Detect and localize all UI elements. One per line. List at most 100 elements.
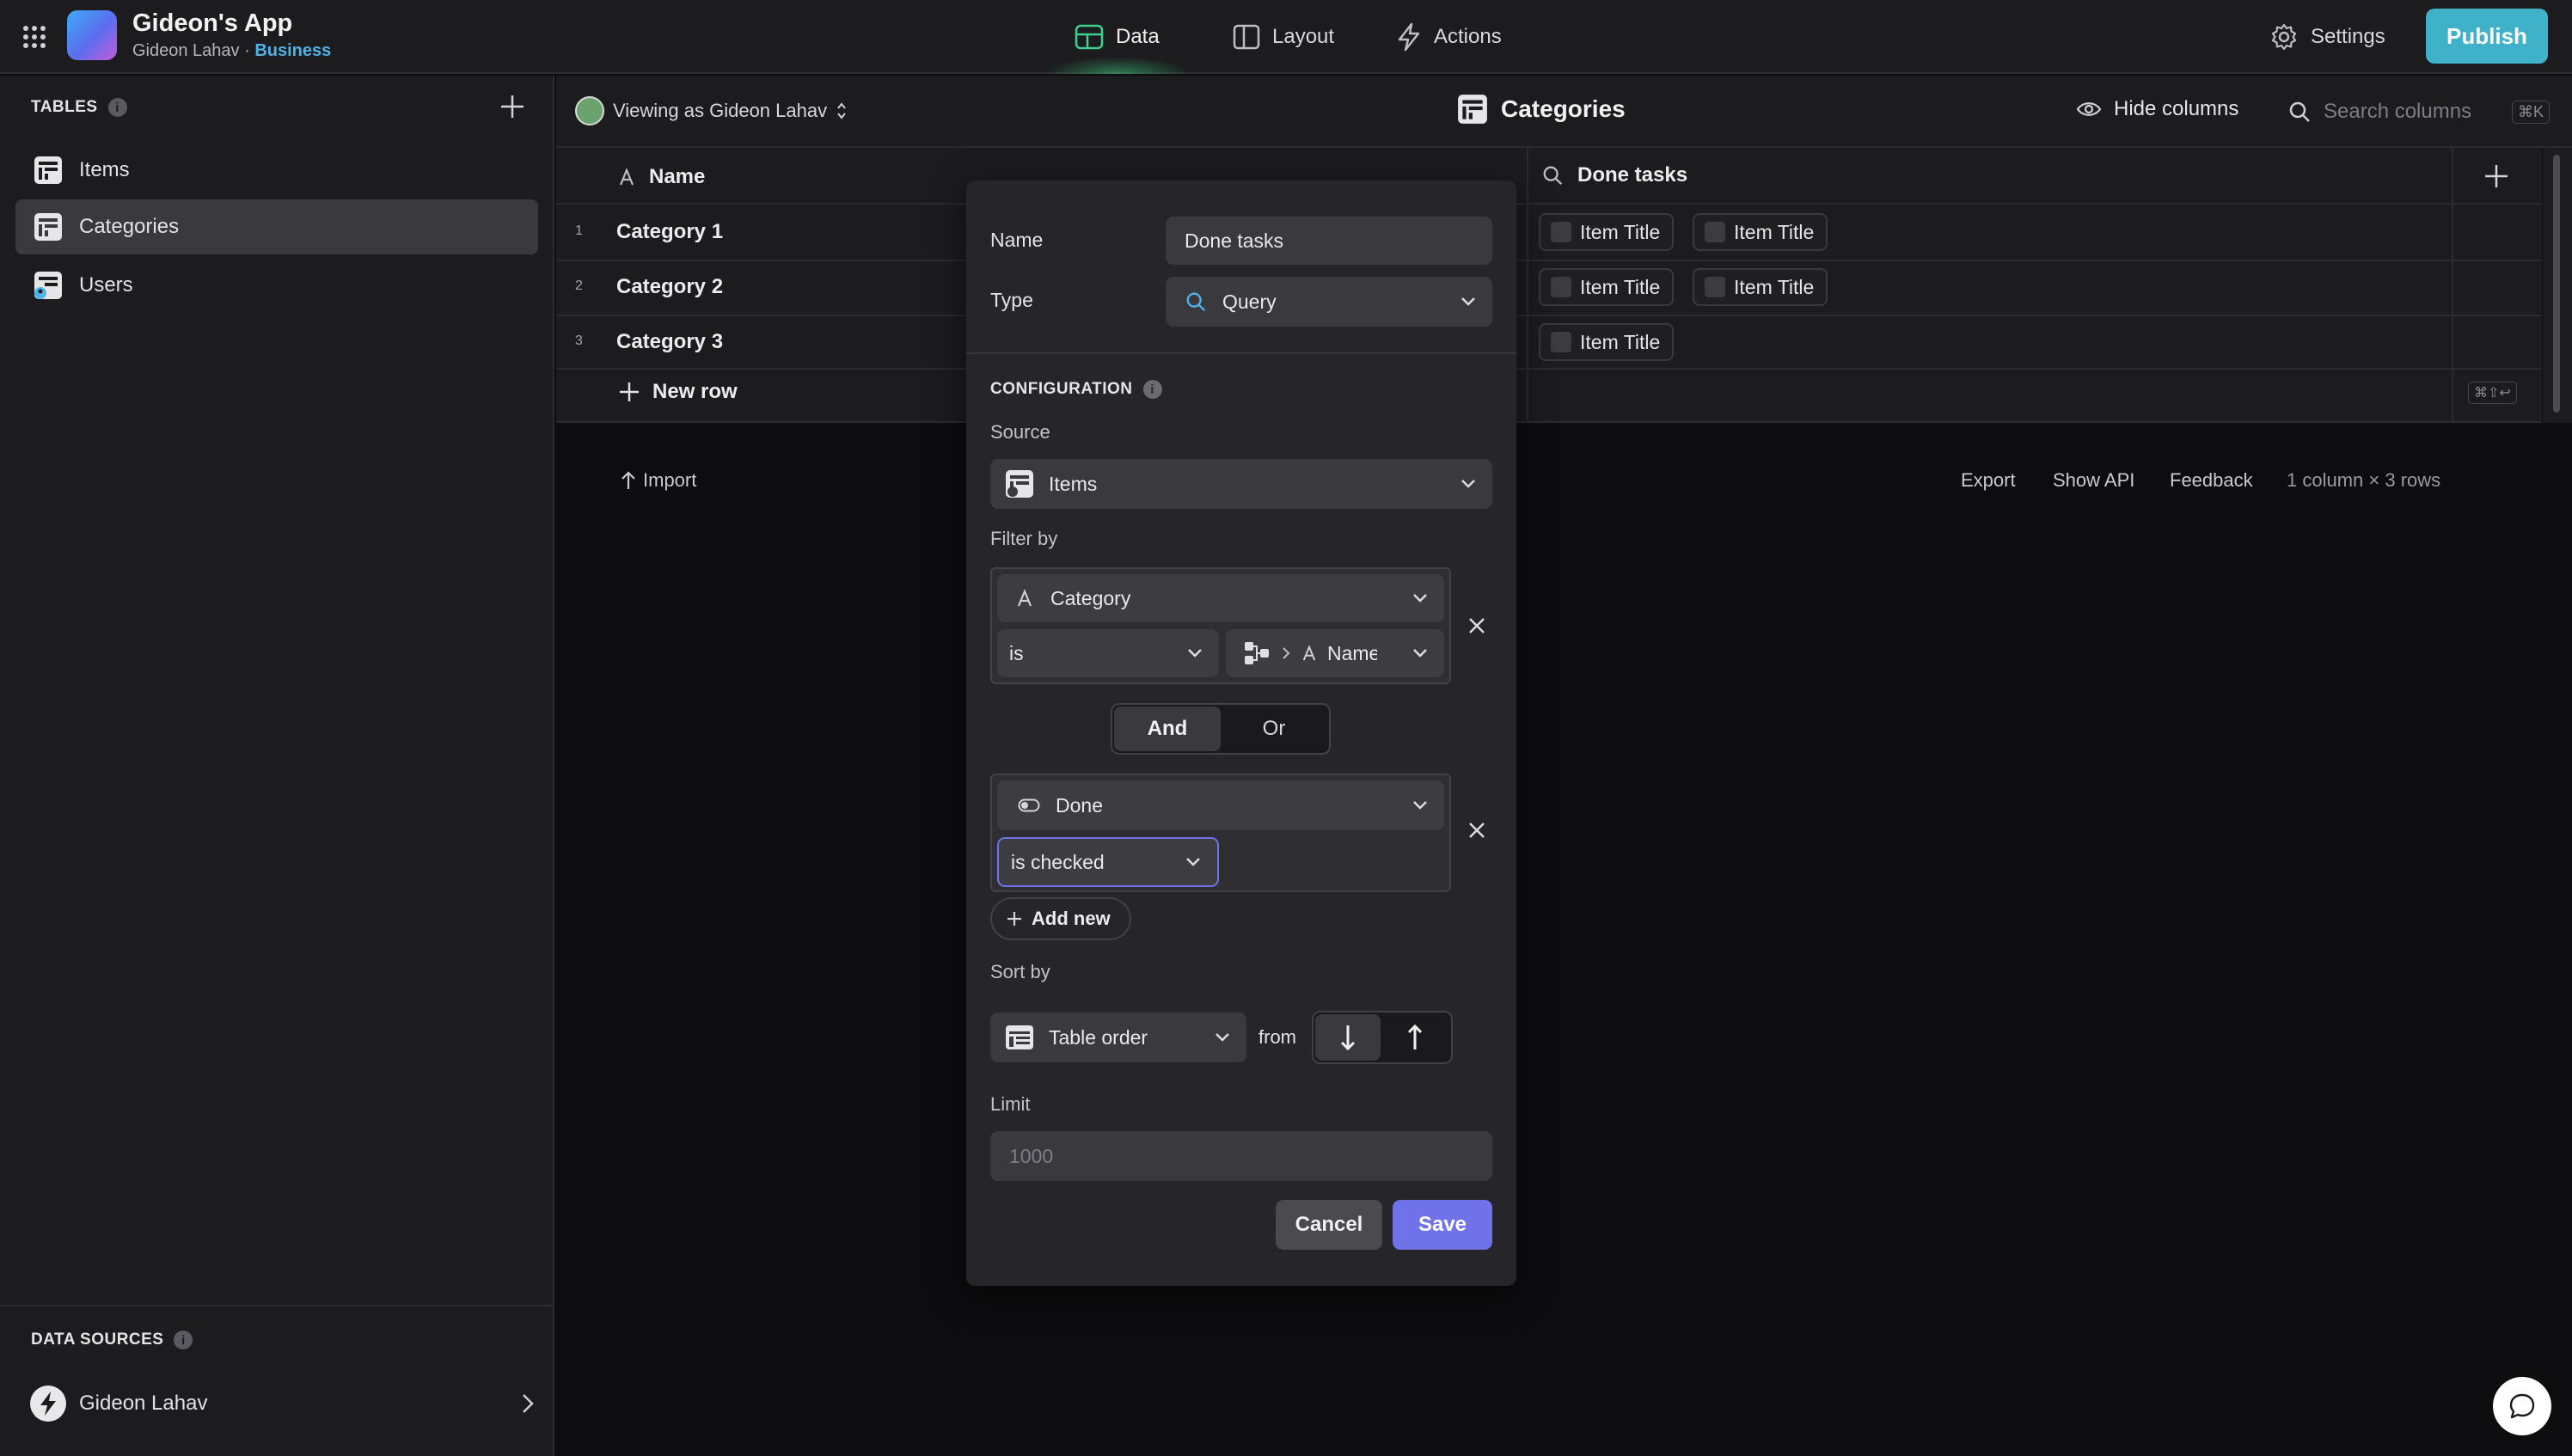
chat-bubble-icon (2509, 1393, 2535, 1419)
layout-icon (1233, 24, 1260, 50)
filter-column-select[interactable]: Category (997, 574, 1444, 622)
tab-data[interactable]: Data (1075, 19, 1160, 55)
logic-or-option[interactable]: Or (1221, 717, 1327, 741)
new-row-label: New row (652, 380, 738, 403)
table-row-name[interactable]: Category 2 (616, 275, 723, 299)
table-icon (1458, 95, 1487, 124)
sidebar-item-categories[interactable]: Categories (15, 199, 538, 254)
sort-by-label: Sort by (990, 961, 1050, 982)
search-icon (1543, 166, 1563, 186)
shortcut-badge: ⌘K (2511, 100, 2550, 124)
sort-ascending-button[interactable] (1381, 1023, 1449, 1052)
column-header-done-tasks[interactable]: Done tasks (1541, 163, 1687, 187)
eye-icon (2076, 102, 2102, 116)
save-button[interactable]: Save (1393, 1200, 1492, 1250)
hide-columns-button[interactable]: Hide columns (2076, 97, 2238, 121)
filter-value-select[interactable]: Name (1226, 629, 1444, 677)
chip-label: Item Title (1734, 220, 1815, 243)
apps-grid-icon[interactable] (21, 23, 48, 51)
from-label: from (1258, 1026, 1296, 1048)
type-select[interactable]: Query (1166, 277, 1492, 327)
item-chip[interactable]: Item Title (1539, 323, 1675, 361)
sort-descending-button[interactable] (1315, 1014, 1381, 1061)
app-subtitle: Gideon Lahav · Business (132, 41, 331, 61)
plus-icon (620, 382, 639, 401)
show-api-link[interactable]: Show API (2053, 469, 2134, 492)
table-order-icon (1006, 1025, 1033, 1049)
table-title: Categories (1456, 93, 1626, 125)
row-number: 3 (575, 333, 583, 348)
updown-chevron-icon (837, 102, 846, 119)
sidebar-item-label: Categories (79, 215, 180, 238)
item-chip[interactable]: Item Title (1539, 268, 1675, 306)
sidebar: TABLES i Items Categories Users DATA SOU… (0, 76, 554, 1456)
app-logo[interactable] (67, 10, 117, 60)
settings-button[interactable]: Settings (2269, 19, 2385, 55)
column-header-name[interactable]: Name (618, 165, 705, 189)
item-chip[interactable]: Item Title (1693, 213, 1828, 251)
add-new-label: Add new (1032, 908, 1111, 929)
limit-input[interactable]: 1000 (990, 1131, 1492, 1181)
top-bar: Gideon's App Gideon Lahav · Business Dat… (0, 0, 2572, 74)
filter-operator-select[interactable]: is (997, 629, 1219, 677)
chip-label: Item Title (1580, 220, 1661, 243)
limit-label: Limit (990, 1093, 1031, 1115)
export-link[interactable]: Export (1961, 469, 2016, 492)
viewing-as-selector[interactable]: Viewing as Gideon Lahav (575, 96, 848, 125)
new-row-button[interactable]: New row (618, 380, 738, 404)
chevron-down-icon (1413, 801, 1427, 810)
tab-actions[interactable]: Actions (1396, 19, 1502, 55)
table-icon (34, 213, 62, 241)
filter-operator-select[interactable]: is checked (997, 837, 1219, 887)
tab-data-label: Data (1116, 25, 1160, 48)
sidebar-item-users[interactable]: Users (15, 258, 538, 313)
item-chip[interactable]: Item Title (1693, 268, 1828, 306)
sidebar-item-label: Items (79, 158, 130, 181)
import-button[interactable]: Import (621, 469, 696, 492)
data-source-item[interactable]: Gideon Lahav (29, 1384, 536, 1423)
logic-and-option[interactable]: And (1114, 707, 1221, 751)
name-input[interactable]: Done tasks (1166, 217, 1492, 265)
relation-icon (1245, 642, 1269, 664)
add-table-plus-icon[interactable] (499, 93, 526, 120)
column-config-dialog: Name Done tasks Type Query CONFIGURATION… (966, 180, 1516, 1286)
grid-scrollbar[interactable] (2553, 155, 2560, 413)
remove-filter-close-icon[interactable] (1467, 820, 1487, 841)
remove-filter-close-icon[interactable] (1467, 615, 1487, 636)
plan-badge: Business (254, 41, 332, 60)
type-value: Query (1222, 290, 1277, 313)
text-type-icon (1017, 589, 1032, 607)
add-filter-button[interactable]: Add new (990, 897, 1131, 940)
table-row-name[interactable]: Category 3 (616, 330, 723, 354)
item-thumbnail (1551, 277, 1571, 297)
grid-summary: 1 column × 3 rows (2287, 469, 2441, 491)
tab-layout[interactable]: Layout (1233, 19, 1334, 55)
chevron-down-icon (1413, 649, 1427, 658)
sidebar-item-items[interactable]: Items (15, 143, 538, 198)
data-sources-title: DATA SOURCES (31, 1331, 164, 1349)
sidebar-divider (0, 1305, 553, 1306)
search-icon (2289, 101, 2310, 122)
publish-button[interactable]: Publish (2426, 9, 2548, 64)
add-column-plus-icon[interactable] (2483, 163, 2509, 189)
filter-column-value: Done (1056, 793, 1103, 817)
feedback-link[interactable]: Feedback (2170, 469, 2253, 492)
item-chip[interactable]: Item Title (1539, 213, 1675, 251)
app-title[interactable]: Gideon's App (132, 9, 292, 38)
source-select[interactable]: Items (990, 459, 1492, 509)
filter-column-select[interactable]: Done (997, 780, 1444, 830)
configuration-header: CONFIGURATION i (990, 380, 1162, 399)
filter-operator-value: is checked (1011, 850, 1105, 873)
sort-select[interactable]: Table order (990, 1012, 1246, 1062)
chat-button[interactable] (2493, 1377, 2551, 1435)
cancel-button[interactable]: Cancel (1276, 1200, 1382, 1250)
info-icon[interactable]: i (107, 98, 127, 117)
search-columns-field[interactable]: Search columns ⌘K (2287, 95, 2550, 129)
app-owner: Gideon Lahav (132, 41, 240, 60)
table-row-name[interactable]: Category 1 (616, 220, 723, 244)
table-icon (1075, 24, 1104, 50)
info-icon[interactable]: i (1142, 380, 1162, 399)
tab-actions-label: Actions (1434, 25, 1502, 48)
info-icon[interactable]: i (174, 1331, 193, 1349)
lightning-icon (1398, 22, 1420, 52)
